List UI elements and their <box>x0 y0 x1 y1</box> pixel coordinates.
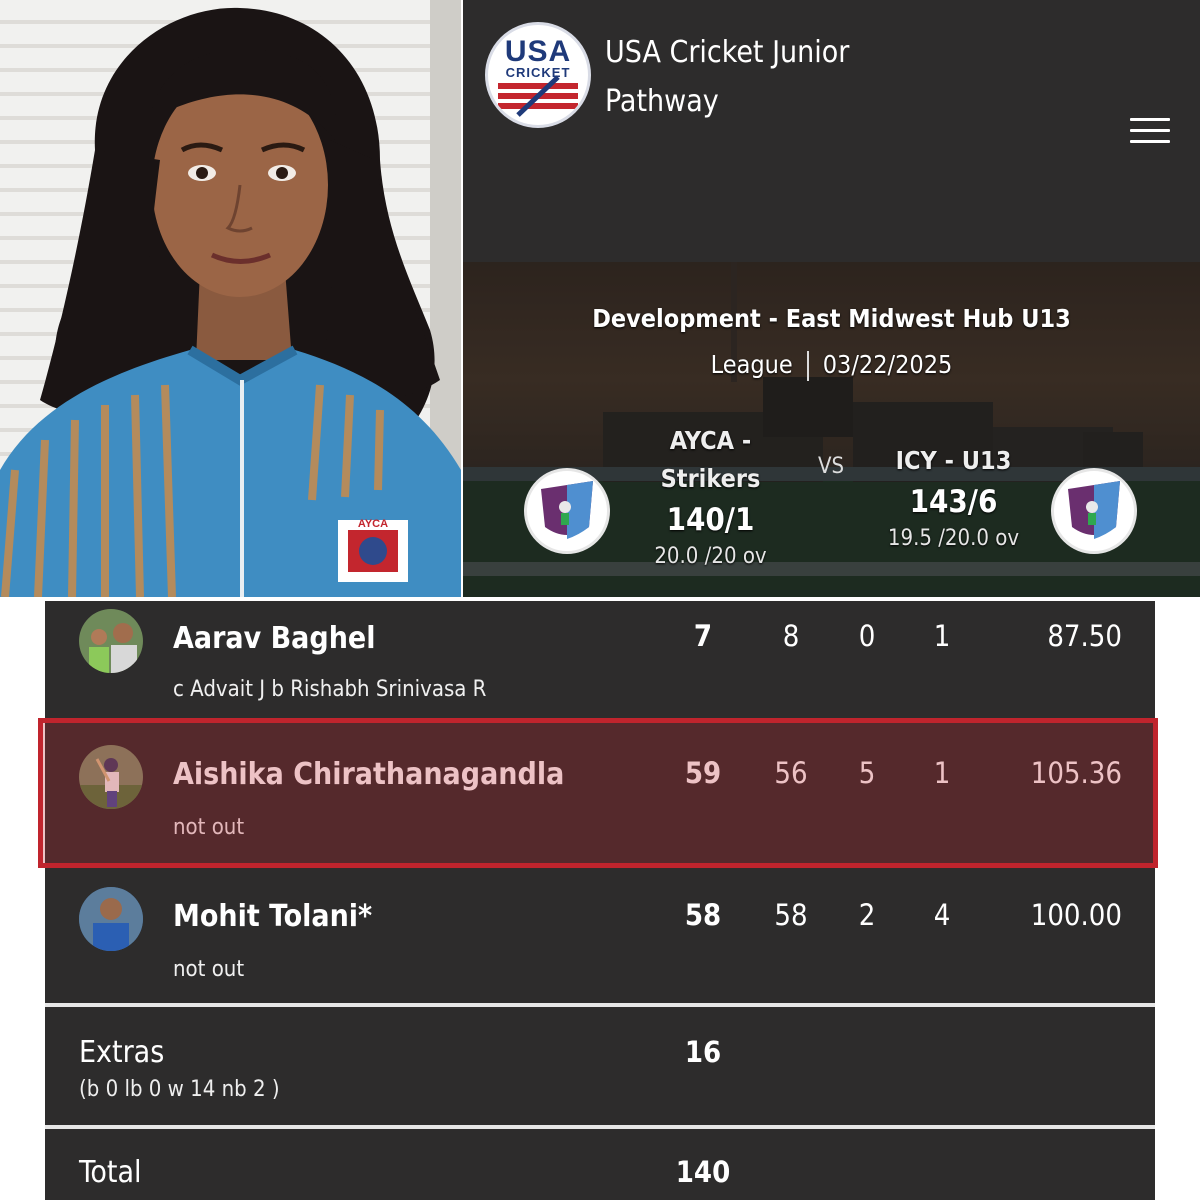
avatar <box>79 887 143 951</box>
avatar <box>79 609 143 673</box>
meta-separator <box>806 351 809 381</box>
app-header: USA CRICKET USA Cricket Junior Pathway <box>463 0 1200 262</box>
extras-value: 16 <box>684 1035 722 1069</box>
sixes-value: 1 <box>933 619 951 653</box>
extras-detail: (b 0 lb 0 w 14 nb 2 ) <box>79 1077 280 1102</box>
match-banner: Development - East Midwest Hub U13 Leagu… <box>463 262 1200 597</box>
home-team-overs: 20.0 /20 ov <box>654 544 767 569</box>
home-team[interactable]: AYCA - Strikers 140/1 20.0 /20 ov <box>638 422 783 572</box>
usa-cricket-logo[interactable]: USA CRICKET <box>485 22 591 128</box>
home-team-name-line2: Strikers <box>660 464 761 493</box>
svg-text:AYCA: AYCA <box>358 518 388 530</box>
strike-rate-value: 87.50 <box>1047 619 1122 653</box>
team-shield-icon <box>541 481 593 539</box>
batter-row[interactable]: Aarav Baghel c Advait J b Rishabh Sriniv… <box>45 601 1155 719</box>
runs-value: 7 <box>693 619 713 653</box>
runs-value: 58 <box>684 898 722 932</box>
away-team-overs: 19.5 /20.0 ov <box>887 526 1020 551</box>
dismissal-text: c Advait J b Rishabh Srinivasa R <box>173 677 487 702</box>
away-team-name: ICY - U13 <box>895 446 1012 475</box>
batter-row[interactable]: Mohit Tolani* not out 58 58 2 4 100.00 <box>45 865 1155 1003</box>
balls-value: 58 <box>774 898 808 932</box>
fours-value: 2 <box>858 898 876 932</box>
player-portrait-illustration: AYCA <box>0 7 461 597</box>
logo-word-cricket: CRICKET <box>505 65 571 80</box>
away-team-badge[interactable] <box>1051 468 1137 554</box>
home-team-score: 140/1 <box>666 502 755 538</box>
away-team-score: 143/6 <box>909 484 998 520</box>
match-meta: League 03/22/2025 <box>463 350 1200 381</box>
total-row: Total 140 <box>45 1129 1155 1200</box>
series-name: Development - East Midwest Hub U13 <box>592 304 1071 333</box>
sixes-value: 4 <box>933 898 951 932</box>
batting-scorecard: Aarav Baghel c Advait J b Rishabh Sriniv… <box>45 601 1155 1200</box>
away-team[interactable]: ICY - U13 143/6 19.5 /20.0 ov <box>871 442 1036 554</box>
home-team-name-line1: AYCA - <box>669 426 752 455</box>
vs-label: VS <box>818 454 845 479</box>
fours-value: 0 <box>858 619 876 653</box>
site-title-line1: USA Cricket Junior <box>605 35 850 70</box>
match-type: League <box>710 350 793 379</box>
extras-row: Extras (b 0 lb 0 w 14 nb 2 ) 16 <box>45 1007 1155 1125</box>
total-value: 140 <box>675 1155 731 1189</box>
hamburger-menu-icon[interactable] <box>1130 118 1170 146</box>
site-title-line2: Pathway <box>605 84 719 119</box>
player-name[interactable]: Aarav Baghel <box>173 621 375 656</box>
site-title[interactable]: USA Cricket Junior Pathway <box>605 28 925 126</box>
match-date: 03/22/2025 <box>822 350 953 379</box>
player-photo: AYCA <box>0 0 461 597</box>
extras-label: Extras <box>79 1035 165 1070</box>
logo-word-usa: USA <box>504 35 572 68</box>
player-name[interactable]: Mohit Tolani* <box>173 899 372 934</box>
home-team-badge[interactable] <box>524 468 610 554</box>
balls-value: 8 <box>782 619 800 653</box>
dismissal-text: not out <box>173 957 245 982</box>
total-label: Total <box>79 1155 142 1190</box>
strike-rate-value: 100.00 <box>1030 898 1122 932</box>
highlight-box <box>38 718 1158 868</box>
team-shield-icon <box>1068 481 1120 539</box>
